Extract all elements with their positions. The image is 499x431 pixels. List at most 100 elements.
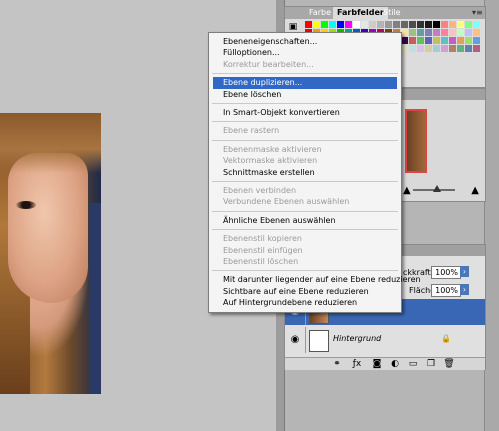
photo-image <box>0 113 101 394</box>
color-swatch[interactable] <box>425 21 432 28</box>
zoom-out-icon[interactable]: ▲ <box>403 185 411 196</box>
opacity-input[interactable]: 100% <box>431 266 461 279</box>
menu-item[interactable]: Sichtbare auf eine Ebene reduzieren <box>213 286 397 298</box>
color-swatch[interactable] <box>457 45 464 52</box>
menu-item[interactable]: Ebene löschen <box>213 89 397 101</box>
color-swatch[interactable] <box>473 45 480 52</box>
eye-icon[interactable]: ◉ <box>285 327 306 353</box>
color-swatch[interactable] <box>473 29 480 36</box>
menu-item[interactable]: Ebeneneigenschaften... <box>213 36 397 48</box>
color-swatch[interactable] <box>417 45 424 52</box>
color-swatch[interactable] <box>433 29 440 36</box>
layer-row-hintergrund[interactable]: ◉ Hintergrund 🔒 <box>285 327 485 353</box>
menu-item[interactable]: Schnittmaske erstellen <box>213 167 397 179</box>
menu-item[interactable]: Ähnliche Ebenen auswählen <box>213 215 397 227</box>
color-swatch[interactable] <box>345 21 352 28</box>
color-swatch[interactable] <box>465 29 472 36</box>
color-swatch[interactable] <box>449 29 456 36</box>
link-icon[interactable]: ⚭ <box>331 358 343 370</box>
color-swatch[interactable] <box>393 21 400 28</box>
tab-farbe[interactable]: Farbe <box>305 7 335 19</box>
panel-menu-icon[interactable]: ▾≡ <box>472 8 483 18</box>
color-swatch[interactable] <box>361 21 368 28</box>
color-swatch[interactable] <box>449 45 456 52</box>
color-swatch[interactable] <box>385 21 392 28</box>
color-swatch[interactable] <box>473 37 480 44</box>
menu-separator <box>212 270 398 272</box>
tab-stile[interactable]: Stile <box>379 7 405 19</box>
menu-item: Ebene rastern <box>223 126 280 136</box>
menu-item[interactable]: Fülloptionen... <box>213 47 397 59</box>
color-swatch[interactable] <box>425 45 432 52</box>
color-swatch[interactable] <box>425 29 432 36</box>
trash-icon[interactable]: 🗑 <box>443 358 455 370</box>
color-swatch[interactable] <box>449 37 456 44</box>
menu-separator <box>212 103 398 104</box>
zoom-slider-handle[interactable] <box>433 185 441 192</box>
color-swatch[interactable] <box>433 21 440 28</box>
color-swatch[interactable] <box>465 45 472 52</box>
color-swatch[interactable] <box>353 21 360 28</box>
color-swatch[interactable] <box>337 21 344 28</box>
color-swatch[interactable] <box>441 29 448 36</box>
color-swatch[interactable] <box>417 21 424 28</box>
color-swatch[interactable] <box>313 21 320 28</box>
color-swatch[interactable] <box>401 37 408 44</box>
color-swatch[interactable] <box>305 21 312 28</box>
menu-item: Ebenenstil löschen <box>223 257 299 266</box>
menu-item[interactable]: Auf Hintergrundebene reduzieren <box>213 297 397 309</box>
color-swatch[interactable] <box>433 45 440 52</box>
menu-item: Korrektur bearbeiten... <box>223 59 314 69</box>
adjustment-icon[interactable]: ◐ <box>389 358 401 370</box>
color-swatch[interactable] <box>401 45 408 52</box>
menu-item: Ebenenstil kopieren <box>223 234 302 244</box>
navigator-header[interactable] <box>399 89 485 100</box>
color-swatch[interactable] <box>465 37 472 44</box>
color-swatch[interactable] <box>465 21 472 28</box>
fill-input[interactable]: 100% <box>431 284 461 297</box>
new-layer-icon[interactable]: ❐ <box>425 358 437 370</box>
layers-footer: ⚭ ƒx ◙ ◐ ▭ ❐ 🗑 <box>285 357 485 370</box>
fx-icon[interactable]: ƒx <box>351 358 363 370</box>
color-swatch[interactable] <box>321 21 328 28</box>
color-swatch[interactable] <box>417 29 424 36</box>
menu-item[interactable]: Ebene duplizieren... <box>213 77 397 90</box>
color-swatch[interactable] <box>329 21 336 28</box>
photo-eye <box>16 201 36 209</box>
menu-item[interactable]: Mit darunter liegender auf eine Ebene re… <box>213 274 421 286</box>
color-swatch[interactable] <box>409 37 416 44</box>
opacity-dropdown-icon[interactable]: › <box>460 266 469 277</box>
color-swatch[interactable] <box>409 45 416 52</box>
menu-separator <box>212 181 398 182</box>
fill-dropdown-icon[interactable]: › <box>460 284 469 295</box>
color-swatch[interactable] <box>417 37 424 44</box>
mask-icon[interactable]: ◙ <box>371 358 383 370</box>
color-swatch[interactable] <box>409 21 416 28</box>
menu-item[interactable]: In Smart-Objekt konvertieren <box>213 107 397 119</box>
color-swatch[interactable] <box>401 21 408 28</box>
color-swatch[interactable] <box>449 21 456 28</box>
color-swatch[interactable] <box>457 37 464 44</box>
color-swatch[interactable] <box>457 21 464 28</box>
menu-item: Vektormaske aktivieren <box>223 156 318 166</box>
color-swatch[interactable] <box>473 21 480 28</box>
folder-icon[interactable]: ▭ <box>407 358 419 370</box>
color-swatch[interactable] <box>441 37 448 44</box>
menu-item: Ebenen verbinden <box>223 186 297 195</box>
photo-hair-top <box>0 113 101 173</box>
color-swatch[interactable] <box>441 45 448 52</box>
panel-collapse-strip[interactable] <box>484 0 499 431</box>
color-swatch[interactable] <box>425 37 432 44</box>
menu-separator <box>212 139 398 141</box>
menu-item: Ebenenmaske aktivieren <box>223 144 322 154</box>
color-swatch[interactable] <box>401 29 408 36</box>
navigator-thumbnail[interactable] <box>405 109 427 173</box>
menu-separator <box>212 210 398 212</box>
zoom-in-icon[interactable]: ▲ <box>471 185 479 196</box>
color-swatch[interactable] <box>369 21 376 28</box>
color-swatch[interactable] <box>441 21 448 28</box>
color-swatch[interactable] <box>409 29 416 36</box>
color-swatch[interactable] <box>433 37 440 44</box>
color-swatch[interactable] <box>457 29 464 36</box>
color-swatch[interactable] <box>377 21 384 28</box>
